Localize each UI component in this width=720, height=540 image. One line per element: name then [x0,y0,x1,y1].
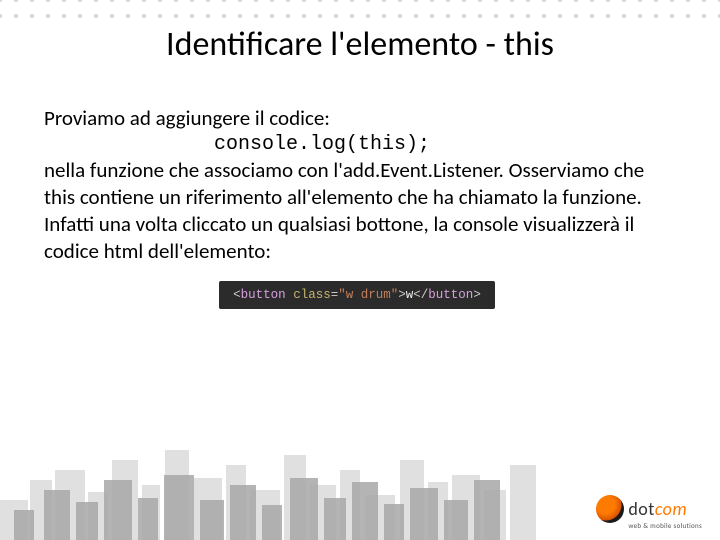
dotcom-logo: dotcom web & mobile solutions [596,495,702,530]
slide-body: Proviamo ad aggiungere il codice: consol… [0,65,720,309]
inline-code: console.log(this); [44,132,670,158]
logo-wordmark: dotcom [628,498,687,520]
console-html-output: <button class="w drum">w</button> [219,281,495,309]
slide-title: Identificare l'elemento - this [0,0,720,65]
paragraph-1: Proviamo ad aggiungere il codice: [44,105,670,132]
logo-swirl-icon [596,495,624,523]
paragraph-2: nella funzione che associamo con l'add.E… [44,157,670,265]
